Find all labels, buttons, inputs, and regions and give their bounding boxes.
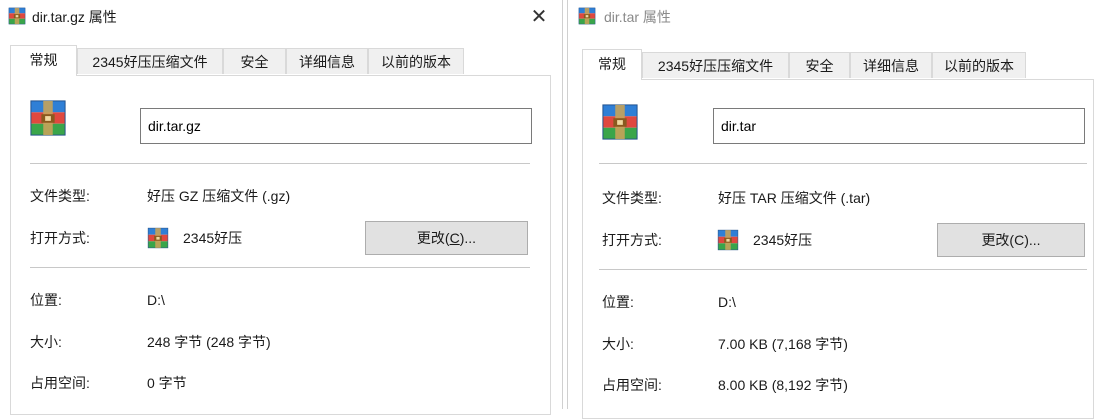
divider [599, 269, 1087, 270]
tab-details[interactable]: 详细信息 [286, 48, 368, 74]
window-title: dir.tar.gz 属性 [32, 9, 117, 25]
size-on-disk-value: 0 字节 [147, 375, 187, 391]
location-value: D:\ [718, 294, 736, 310]
title-bar: dir.tar 属性 [568, 0, 1106, 34]
open-with-app: 2345好压 [753, 232, 813, 248]
size-on-disk-value: 8.00 KB (8,192 字节) [718, 377, 848, 393]
general-panel: 文件类型: 好压 TAR 压缩文件 (.tar) 打开方式: 2345好压 更改… [582, 79, 1094, 419]
open-with-app: 2345好压 [183, 230, 243, 246]
size-value: 7.00 KB (7,168 字节) [718, 336, 848, 352]
accelerator-key: C [449, 230, 460, 246]
size-label: 大小: [602, 336, 634, 352]
winrar-archive-icon [601, 103, 639, 141]
winrar-archive-icon [578, 7, 596, 25]
tab-2345-archive[interactable]: 2345好压压缩文件 [77, 48, 223, 74]
properties-window-dir-tar: dir.tar 属性 常规 2345好压压缩文件 安全 详细信息 以前的版本 文… [568, 0, 1106, 419]
location-label: 位置: [30, 292, 62, 308]
change-button[interactable]: 更改(C)... [937, 223, 1085, 257]
window-title: dir.tar 属性 [604, 9, 671, 25]
divider [30, 267, 530, 268]
winrar-app-icon [147, 227, 169, 249]
close-icon: ✕ [530, 6, 548, 28]
filename-input[interactable] [713, 108, 1085, 144]
change-button[interactable]: 更改(C)... [365, 221, 528, 255]
title-bar: dir.tar.gz 属性 ✕ [0, 0, 562, 34]
open-with-label: 打开方式: [602, 232, 662, 248]
tab-security[interactable]: 安全 [223, 48, 286, 74]
file-type-value: 好压 TAR 压缩文件 (.tar) [718, 190, 871, 206]
size-on-disk-label: 占用空间: [602, 377, 662, 393]
open-with-label: 打开方式: [30, 230, 90, 246]
size-label: 大小: [30, 334, 62, 350]
tab-previous-versions[interactable]: 以前的版本 [368, 48, 464, 74]
winrar-app-icon [717, 229, 739, 251]
size-on-disk-label: 占用空间: [30, 375, 90, 391]
divider [30, 163, 530, 164]
file-type-label: 文件类型: [30, 188, 90, 204]
winrar-archive-icon [29, 99, 67, 137]
file-type-value: 好压 GZ 压缩文件 (.gz) [147, 188, 291, 204]
winrar-archive-icon [8, 7, 26, 25]
close-button[interactable]: ✕ [524, 2, 554, 32]
general-panel: 文件类型: 好压 GZ 压缩文件 (.gz) 打开方式: 2345好压 更改(C… [10, 75, 551, 415]
tab-security[interactable]: 安全 [789, 52, 850, 78]
file-type-label: 文件类型: [602, 190, 662, 206]
filename-input[interactable] [140, 108, 532, 144]
tab-details[interactable]: 详细信息 [850, 52, 932, 78]
location-value: D:\ [147, 292, 165, 308]
tab-general[interactable]: 常规 [10, 45, 77, 76]
tab-general[interactable]: 常规 [582, 49, 642, 80]
divider [599, 163, 1087, 164]
properties-window-dir-tar-gz: dir.tar.gz 属性 ✕ 常规 2345好压压缩文件 安全 详细信息 以前… [0, 0, 562, 415]
size-value: 248 字节 (248 字节) [147, 334, 271, 350]
location-label: 位置: [602, 294, 634, 310]
tab-2345-archive[interactable]: 2345好压压缩文件 [642, 52, 789, 78]
tab-previous-versions[interactable]: 以前的版本 [932, 52, 1026, 78]
